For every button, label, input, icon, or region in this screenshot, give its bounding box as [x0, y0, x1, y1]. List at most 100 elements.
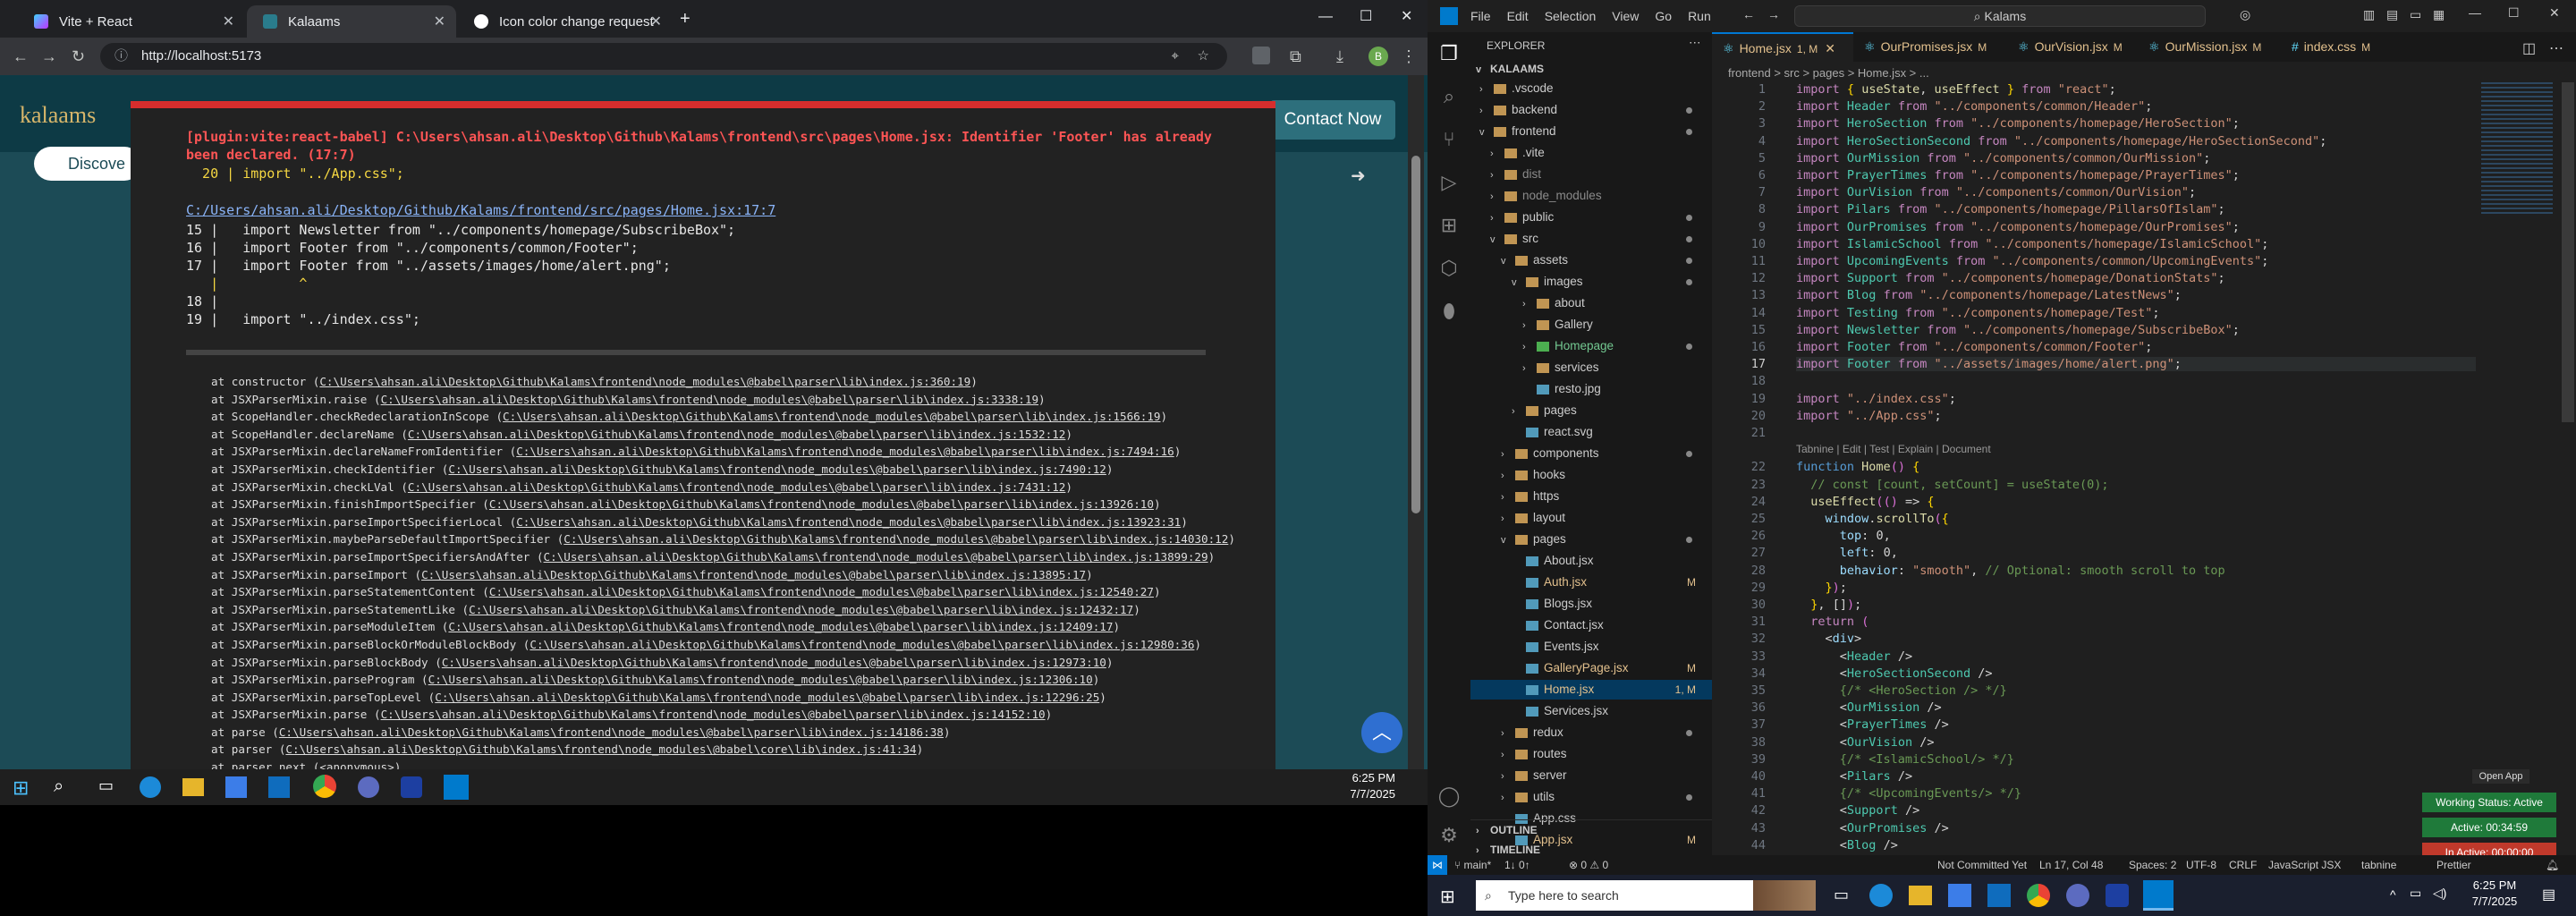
tree-item[interactable]: › https: [1470, 487, 1712, 506]
tree-item[interactable]: v images: [1470, 272, 1712, 292]
tree-item[interactable]: Auth.jsx M: [1470, 572, 1712, 592]
clock-date[interactable]: 7/7/2025: [2463, 895, 2526, 908]
vscode-taskbar-icon[interactable]: [444, 775, 469, 800]
stack-location-link[interactable]: C:\Users\ahsan.ali\Desktop\Github\Kalams…: [564, 532, 1228, 546]
run-debug-icon[interactable]: ▷: [1436, 170, 1462, 195]
menu-item-run[interactable]: Run: [1688, 9, 1711, 23]
discover-button[interactable]: Discove: [34, 147, 141, 181]
toggle-sidebar-icon[interactable]: ▤: [2386, 7, 2398, 22]
maximize-icon[interactable]: ☐: [2508, 5, 2520, 21]
remote-indicator-icon[interactable]: ⋈: [1428, 855, 1447, 875]
horizontal-scrollbar[interactable]: [186, 350, 1206, 355]
editor-tab[interactable]: # index.css M: [2281, 32, 2394, 62]
profile-avatar[interactable]: B: [1368, 47, 1388, 66]
remote-icon[interactable]: ⬡: [1436, 256, 1462, 281]
stack-location-link[interactable]: C:\Users\ahsan.ali\Desktop\Github\Kalams…: [516, 445, 1174, 458]
minimize-icon[interactable]: —: [2469, 5, 2481, 20]
download-icon[interactable]: ⤓: [1336, 47, 1343, 66]
windows-start-icon[interactable]: ⊞: [13, 776, 29, 800]
tab-kalaams[interactable]: Kalaams ✕: [247, 5, 456, 38]
account-icon[interactable]: ◯: [1436, 784, 1462, 809]
file-explorer-icon[interactable]: [182, 778, 204, 796]
stack-location-link[interactable]: C:\Users\ahsan.ali\Desktop\Github\Kalams…: [428, 673, 1093, 686]
tabnine-status[interactable]: tabnine: [2361, 855, 2396, 875]
site-logo[interactable]: kalaams: [20, 102, 96, 129]
extensions-puzzle-icon[interactable]: ⧉: [1290, 47, 1301, 66]
next-arrow-icon[interactable]: ➜: [1351, 165, 1366, 187]
tab-icon-color[interactable]: Icon color change request ✕: [458, 5, 673, 38]
tab-vite-react[interactable]: Vite + React ✕: [18, 5, 245, 38]
tree-item[interactable]: resto.jpg: [1470, 379, 1712, 399]
stack-location-link[interactable]: C:\Users\ahsan.ali\Desktop\Github\Kalams…: [530, 638, 1194, 651]
stack-location-link[interactable]: C:\Users\ahsan.ali\Desktop\Github\Kalams…: [469, 603, 1133, 616]
back-icon[interactable]: ←: [13, 47, 29, 66]
menu-item-go[interactable]: Go: [1655, 9, 1672, 23]
task-view-icon[interactable]: ▭: [98, 776, 114, 795]
tree-item[interactable]: Blogs.jsx: [1470, 594, 1712, 614]
outline-section[interactable]: › OUTLINE: [1470, 820, 1712, 840]
menu-item-file[interactable]: File: [1470, 9, 1491, 23]
file-explorer-icon[interactable]: [1909, 886, 1932, 905]
open-app-button[interactable]: Open App: [2472, 769, 2529, 784]
scrollbar-thumb[interactable]: [1411, 156, 1420, 513]
chrome-profile-icon[interactable]: [2106, 884, 2129, 907]
window-close-icon[interactable]: ✕: [1401, 7, 1412, 25]
contact-now-button[interactable]: Contact Now: [1270, 100, 1395, 140]
windows-start-icon[interactable]: ⊞: [1440, 886, 1455, 908]
stack-location-link[interactable]: C:\Users\ahsan.ali\Desktop\Github\Kalams…: [421, 568, 1086, 581]
editor-tab[interactable]: ⚛ Home.jsx 1, M ✕: [1712, 32, 1853, 62]
tree-item[interactable]: › pages: [1470, 401, 1712, 420]
tree-item[interactable]: › components: [1470, 444, 1712, 463]
stack-location-link[interactable]: C:\Users\ahsan.ali\Desktop\Github\Kalams…: [503, 410, 1160, 423]
menu-kebab-icon[interactable]: ⋮: [1401, 47, 1417, 66]
problems-count[interactable]: ⊗ 0 ⚠ 0: [1569, 855, 1608, 875]
taskbar-search[interactable]: ⌕ Type here to search: [1476, 880, 1816, 911]
close-icon[interactable]: ✕: [223, 13, 234, 30]
breadcrumb[interactable]: frontend > src > pages > Home.jsx > ...: [1728, 66, 1929, 80]
address-bar[interactable]: ⓘ http://localhost:5173 ⌖ ☆: [100, 43, 1227, 70]
stack-location-link[interactable]: C:\Users\ahsan.ali\Desktop\Github\Kalams…: [544, 550, 1208, 564]
copilot-icon[interactable]: ◎: [2240, 7, 2250, 22]
maximize-icon[interactable]: ☐: [1360, 7, 1372, 25]
forward-icon[interactable]: →: [41, 47, 57, 66]
tree-item[interactable]: › layout: [1470, 508, 1712, 528]
source-control-icon[interactable]: ⑂: [1436, 127, 1462, 152]
notifications-bell-icon[interactable]: 🔔︎: [2546, 855, 2559, 875]
explorer-icon[interactable]: ❐: [1436, 41, 1462, 66]
tree-item[interactable]: › .vite: [1470, 143, 1712, 163]
tree-item[interactable]: GalleryPage.jsx M: [1470, 658, 1712, 678]
toggle-secondary-icon[interactable]: ▦: [2433, 7, 2445, 22]
tree-item[interactable]: Home.jsx 1, M: [1470, 680, 1712, 700]
page-scrollbar[interactable]: [1408, 75, 1424, 769]
mail-icon[interactable]: [268, 776, 290, 798]
window-close-icon[interactable]: ✕: [2549, 5, 2560, 21]
stack-location-link[interactable]: C:\Users\ahsan.ali\Desktop\Github\Kalams…: [448, 462, 1106, 476]
tree-item[interactable]: v pages: [1470, 530, 1712, 549]
git-sync[interactable]: 1↓ 0↑: [1504, 855, 1530, 875]
stack-location-link[interactable]: C:\Users\ahsan.ali\Desktop\Github\Kalams…: [285, 742, 916, 756]
nav-back-icon[interactable]: ←: [1742, 7, 1755, 21]
stack-location-link[interactable]: C:\Users\ahsan.ali\Desktop\Github\Kalams…: [408, 480, 1065, 494]
menu-item-edit[interactable]: Edit: [1507, 9, 1529, 23]
site-info-icon[interactable]: ⓘ: [114, 43, 128, 70]
volume-icon[interactable]: ◁): [2433, 886, 2446, 901]
editor-tab[interactable]: ⚛ OurPromises.jsx M: [1853, 32, 2007, 62]
clock-time[interactable]: 6:25 PM: [2463, 878, 2526, 892]
stack-location-link[interactable]: C:\Users\ahsan.ali\Desktop\Github\Kalams…: [489, 585, 1154, 598]
prettier-status[interactable]: Prettier: [2436, 855, 2471, 875]
code-view[interactable]: 1 import { useState, useEffect } from "re…: [1712, 82, 2481, 855]
tree-item[interactable]: › node_modules: [1470, 186, 1712, 206]
editor-more-icon[interactable]: ⋯: [2549, 39, 2563, 57]
tree-item[interactable]: › Homepage: [1470, 336, 1712, 356]
tree-item[interactable]: › public: [1470, 208, 1712, 227]
store-icon[interactable]: [225, 776, 247, 798]
mail-icon[interactable]: [1987, 884, 2011, 907]
tree-item[interactable]: Events.jsx: [1470, 637, 1712, 657]
tree-item[interactable]: › Gallery: [1470, 315, 1712, 335]
git-branch[interactable]: ⑂ main*: [1454, 855, 1491, 875]
new-tab-button[interactable]: +: [680, 9, 691, 30]
close-icon[interactable]: ✕: [650, 13, 662, 30]
stack-location-link[interactable]: C:\Users\ahsan.ali\Desktop\Github\Kalams…: [381, 393, 1038, 406]
minimap[interactable]: [2481, 82, 2553, 216]
cursor-position[interactable]: Ln 17, Col 48: [2039, 855, 2103, 875]
